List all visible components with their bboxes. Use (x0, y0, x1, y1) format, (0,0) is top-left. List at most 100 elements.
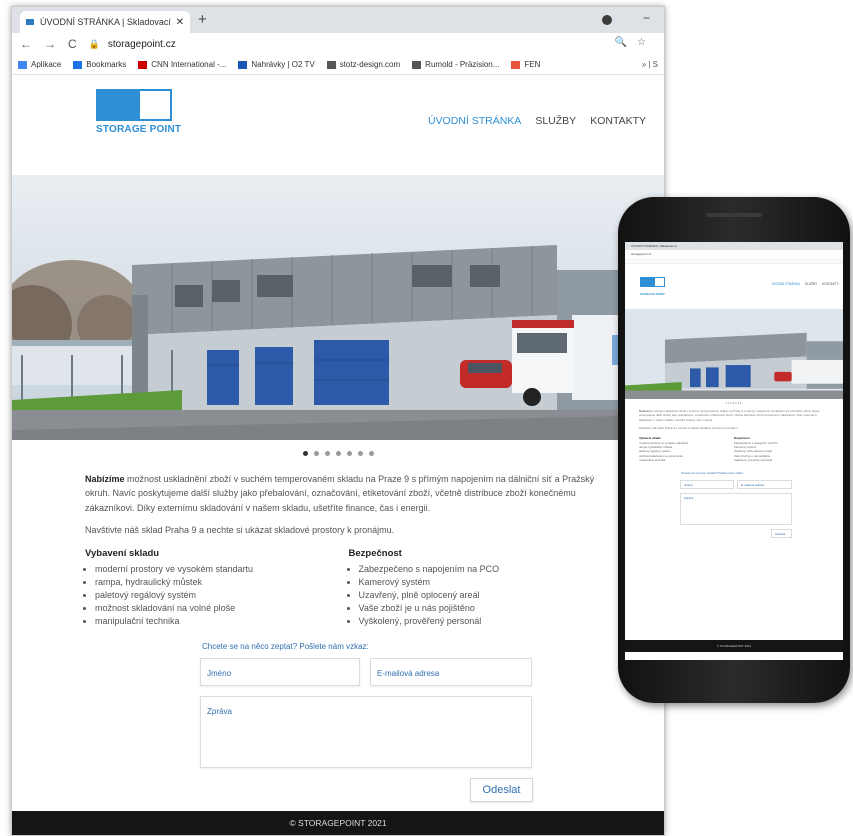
main-nav: ÚVODNÍ STRÁNKA SLUŽBY KONTAKTY (414, 115, 646, 127)
name-field[interactable]: Jméno (200, 657, 360, 686)
close-tab-icon[interactable]: ✕ (176, 17, 184, 28)
phone-nav-contacts: KONTAKTY (822, 282, 839, 286)
security-title: Bezpečnost (348, 547, 402, 559)
phone-intro-text: možnost uskladnění zboží v suchém temper… (639, 409, 820, 422)
slider-dot[interactable] (335, 450, 341, 456)
phone-feature-columns: Vybavení skladu moderní prostory ve vysok… (625, 432, 843, 466)
favicon-icon (26, 19, 34, 25)
bookmark-label: Rumold - Präzision... (425, 60, 500, 69)
bookmark-item[interactable]: CNN International -... (138, 60, 226, 69)
bookmark-label: Nahrávky | O2 TV (251, 60, 315, 69)
site-logo[interactable]: STORAGE POINT (96, 89, 181, 135)
profile-icon[interactable] (602, 15, 612, 25)
reload-icon[interactable]: C (68, 37, 77, 51)
list-item: Uzavřený, plně oplocený areál (359, 589, 613, 602)
nav-contacts[interactable]: KONTAKTY (590, 115, 646, 127)
intro-text: možnost uskladnění zboží v suchém temper… (85, 474, 595, 513)
list-item: moderní prostory ve vysokém standartu (95, 563, 349, 576)
logo-mark-left (96, 89, 138, 121)
nav-home[interactable]: ÚVODNÍ STRÁNKA (428, 115, 521, 127)
phone-mockup: ÚVODNÍ STRÁNKA | Skladovací p storagepoi… (618, 197, 850, 703)
message-field[interactable]: Zpráva (200, 695, 532, 768)
site-header: STORAGE POINT ÚVODNÍ STRÁNKA SLUŽBY KONT… (12, 75, 664, 175)
bookmark-label: Bookmarks (86, 60, 127, 69)
bookmark-icon (511, 60, 521, 69)
nav-services[interactable]: SLUŽBY (535, 115, 576, 127)
phone-url: storagepoint.cz (631, 252, 652, 256)
tab-strip: ÚVODNÍ STRÁNKA | Skladovací p ✕ + − (12, 7, 664, 33)
bookmark-item[interactable]: stotz-design.com (326, 60, 401, 69)
slider-dot[interactable] (302, 450, 308, 456)
phone-intro: Nabízíme možnost uskladnění zboží v such… (625, 407, 843, 424)
zoom-and-star-icons[interactable]: 🔍☆ (615, 37, 656, 48)
phone-nav: ÚVODNÍ STRÁNKA SLUŽBY KONTAKTY (768, 282, 839, 286)
feature-columns: Vybavení skladu moderní prostory ve vyso… (85, 546, 612, 628)
intro-paragraph: Nabízíme možnost uskladnění zboží v such… (85, 472, 612, 515)
phone-list-item: manipulační technika (639, 458, 666, 463)
browser-window: ÚVODNÍ STRÁNKA | Skladovací p ✕ + − ← → … (11, 6, 665, 836)
slider-dot[interactable] (368, 450, 374, 456)
bookmark-icon (73, 60, 83, 69)
minimize-icon[interactable]: − (643, 11, 650, 25)
forward-icon[interactable]: → (44, 37, 56, 51)
list-item: Vyškolený, prověřený personál (359, 615, 613, 628)
send-button[interactable]: Odeslat (470, 777, 533, 802)
url-field[interactable]: 🔒 storagepoint.cz (89, 39, 176, 50)
slider-dot[interactable] (324, 450, 330, 456)
bookmark-item[interactable]: Bookmarks (73, 60, 126, 69)
bookmark-icon (18, 60, 27, 69)
equipment-title: Vybavení skladu (85, 547, 160, 559)
bookmark-item[interactable]: FEN (511, 60, 540, 69)
bookmark-item[interactable]: Aplikace (18, 60, 61, 69)
phone-screen: ÚVODNÍ STRÁNKA | Skladovací p storagepoi… (625, 242, 843, 660)
main-content: Nabízíme možnost uskladnění zboží v such… (12, 466, 612, 628)
phone-form-prompt: Chcete se na něco zeptat? Pošlete nám vz… (681, 471, 744, 476)
list-item: možnost skladování na volné ploše (95, 602, 349, 615)
list-item: rampa, hydraulický můstek (95, 576, 349, 589)
phone-logo-text: STORAGE POINT (640, 292, 665, 296)
bookmark-item[interactable]: Rumold - Präzision... (412, 60, 499, 69)
contact-form: Chcete se na něco zeptat? Pošlete nám vz… (12, 628, 664, 802)
phone-speaker (706, 213, 762, 217)
new-tab-button[interactable]: + (198, 11, 207, 28)
email-field[interactable]: E-mailová adresa (370, 657, 532, 686)
bookmarks-bar: Aplikace Bookmarks CNN International -... N… (12, 55, 664, 75)
browser-tab-active[interactable]: ÚVODNÍ STRÁNKA | Skladovací p ✕ (20, 11, 190, 33)
phone-list-item: Vyškolený, prověřený personál (734, 458, 773, 463)
bookmark-item[interactable]: Nahrávky | O2 TV (238, 60, 315, 69)
bookmark-icon (238, 60, 248, 69)
phone-equipment-column: Vybavení skladu moderní prostory ve vysok… (639, 436, 734, 462)
address-bar: ← → C 🔒 storagepoint.cz 🔍☆ (12, 33, 664, 55)
logo-mark-right (138, 89, 172, 121)
intro-bold: Nabízíme (85, 474, 125, 484)
visit-paragraph: Navštivte náš sklad Praha 9 a nechte si … (85, 525, 395, 536)
slider-dot[interactable] (346, 450, 352, 456)
phone-name-field: Jméno (680, 480, 734, 490)
slider-dot[interactable] (357, 450, 363, 456)
tab-title: ÚVODNÍ STRÁNKA | Skladovací p (40, 17, 172, 27)
phone-column-title: Bezpečnost (734, 436, 750, 441)
security-column: Bezpečnost Zabezpečeno s napojením na PC… (349, 546, 613, 628)
url-text: storagepoint.cz (107, 38, 176, 50)
phone-footer: © STORAGEPOINT 2021 (625, 640, 843, 652)
phone-slider-dots: ••••••• (725, 400, 743, 405)
list-item: Kamerový systém (359, 576, 613, 589)
equipment-list: moderní prostory ve vysokém standarturam… (85, 563, 349, 628)
list-item: paletový regálový systém (95, 589, 349, 602)
bookmarks-overflow[interactable]: » | S (642, 60, 658, 69)
bookmark-label: FEN (524, 60, 541, 69)
phone-warehouse-photo (625, 309, 843, 399)
list-item: manipulační technika (95, 615, 349, 628)
phone-nav-home: ÚVODNÍ STRÁNKA (771, 282, 800, 286)
bookmark-icon (138, 60, 148, 69)
back-icon[interactable]: ← (20, 37, 32, 51)
slider-dot[interactable] (313, 450, 319, 456)
form-prompt: Chcete se na něco zeptat? Pošlete nám vz… (202, 641, 369, 651)
warehouse-photo (12, 175, 664, 440)
list-item: Zabezpečeno s napojením na PCO (359, 563, 613, 576)
phone-message-field: Zpráva (680, 493, 792, 526)
slider-dots (12, 440, 664, 466)
bookmark-label: stotz-design.com (339, 60, 401, 69)
phone-email-field: E-mailová adresa (737, 480, 792, 490)
phone-column-title: Vybavení skladu (639, 436, 661, 441)
